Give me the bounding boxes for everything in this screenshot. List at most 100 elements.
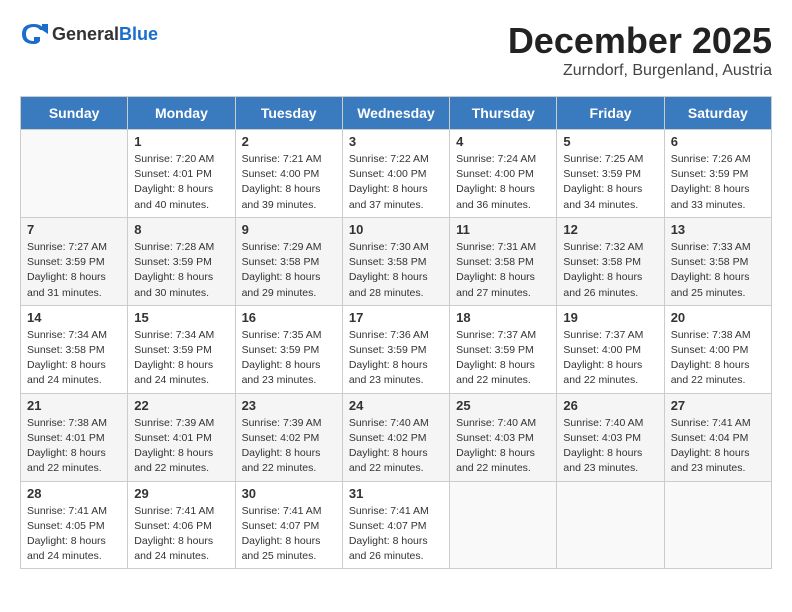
logo: GeneralBlue <box>20 20 158 48</box>
day-number: 29 <box>134 486 228 501</box>
day-number: 9 <box>242 222 336 237</box>
day-info: Sunrise: 7:30 AM Sunset: 3:58 PM Dayligh… <box>349 240 443 301</box>
day-info: Sunrise: 7:36 AM Sunset: 3:59 PM Dayligh… <box>349 328 443 389</box>
day-number: 13 <box>671 222 765 237</box>
calendar-cell-w5-d7 <box>664 481 771 569</box>
day-number: 19 <box>563 310 657 325</box>
calendar-cell-w5-d6 <box>557 481 664 569</box>
day-info: Sunrise: 7:22 AM Sunset: 4:00 PM Dayligh… <box>349 152 443 213</box>
calendar-week-3: 14 Sunrise: 7:34 AM Sunset: 3:58 PM Dayli… <box>21 305 772 393</box>
title-area: December 2025 Zurndorf, Burgenland, Aust… <box>508 20 772 80</box>
day-number: 21 <box>27 398 121 413</box>
day-info: Sunrise: 7:40 AM Sunset: 4:02 PM Dayligh… <box>349 416 443 477</box>
day-number: 27 <box>671 398 765 413</box>
header-saturday: Saturday <box>664 97 771 130</box>
day-number: 2 <box>242 134 336 149</box>
day-number: 4 <box>456 134 550 149</box>
day-number: 31 <box>349 486 443 501</box>
calendar-cell-w4-d5: 25 Sunrise: 7:40 AM Sunset: 4:03 PM Dayli… <box>450 393 557 481</box>
calendar-cell-w4-d3: 23 Sunrise: 7:39 AM Sunset: 4:02 PM Dayli… <box>235 393 342 481</box>
calendar-cell-w2-d1: 7 Sunrise: 7:27 AM Sunset: 3:59 PM Daylig… <box>21 217 128 305</box>
calendar-cell-w4-d7: 27Sunrise: 7:41 AM Sunset: 4:04 PM Dayli… <box>664 393 771 481</box>
calendar-cell-w1-d1 <box>21 130 128 218</box>
day-number: 14 <box>27 310 121 325</box>
day-info: Sunrise: 7:32 AM Sunset: 3:58 PM Dayligh… <box>563 240 657 301</box>
day-number: 30 <box>242 486 336 501</box>
day-info: Sunrise: 7:38 AM Sunset: 4:00 PM Dayligh… <box>671 328 765 389</box>
calendar-header-row: Sunday Monday Tuesday Wednesday Thursday… <box>21 97 772 130</box>
calendar-cell-w5-d5 <box>450 481 557 569</box>
day-number: 5 <box>563 134 657 149</box>
calendar-cell-w1-d7: 6Sunrise: 7:26 AM Sunset: 3:59 PM Daylig… <box>664 130 771 218</box>
logo-general-text: General <box>52 24 119 44</box>
calendar-cell-w3-d7: 20 Sunrise: 7:38 AM Sunset: 4:00 PM Dayli… <box>664 305 771 393</box>
header-monday: Monday <box>128 97 235 130</box>
calendar-cell-w5-d2: 29 Sunrise: 7:41 AM Sunset: 4:06 PM Dayli… <box>128 481 235 569</box>
calendar-cell-w1-d6: 5 Sunrise: 7:25 AM Sunset: 3:59 PM Daylig… <box>557 130 664 218</box>
day-number: 10 <box>349 222 443 237</box>
calendar-cell-w1-d4: 3 Sunrise: 7:22 AM Sunset: 4:00 PM Daylig… <box>342 130 449 218</box>
day-info: Sunrise: 7:20 AM Sunset: 4:01 PM Dayligh… <box>134 152 228 213</box>
calendar-cell-w2-d6: 12 Sunrise: 7:32 AM Sunset: 3:58 PM Dayli… <box>557 217 664 305</box>
day-info: Sunrise: 7:37 AM Sunset: 4:00 PM Dayligh… <box>563 328 657 389</box>
header-friday: Friday <box>557 97 664 130</box>
calendar-cell-w4-d1: 21 Sunrise: 7:38 AM Sunset: 4:01 PM Dayli… <box>21 393 128 481</box>
day-info: Sunrise: 7:39 AM Sunset: 4:02 PM Dayligh… <box>242 416 336 477</box>
calendar-cell-w3-d3: 16 Sunrise: 7:35 AM Sunset: 3:59 PM Dayli… <box>235 305 342 393</box>
day-number: 7 <box>27 222 121 237</box>
day-info: Sunrise: 7:41 AM Sunset: 4:07 PM Dayligh… <box>349 504 443 565</box>
day-number: 11 <box>456 222 550 237</box>
day-info: Sunrise: 7:40 AM Sunset: 4:03 PM Dayligh… <box>456 416 550 477</box>
day-info: Sunrise: 7:35 AM Sunset: 3:59 PM Dayligh… <box>242 328 336 389</box>
day-number: 1 <box>134 134 228 149</box>
calendar-cell-w1-d3: 2 Sunrise: 7:21 AM Sunset: 4:00 PM Daylig… <box>235 130 342 218</box>
day-info: Sunrise: 7:29 AM Sunset: 3:58 PM Dayligh… <box>242 240 336 301</box>
calendar-cell-w2-d2: 8 Sunrise: 7:28 AM Sunset: 3:59 PM Daylig… <box>128 217 235 305</box>
calendar-cell-w2-d4: 10 Sunrise: 7:30 AM Sunset: 3:58 PM Dayli… <box>342 217 449 305</box>
calendar-cell-w2-d7: 13 Sunrise: 7:33 AM Sunset: 3:58 PM Dayli… <box>664 217 771 305</box>
location-title: Zurndorf, Burgenland, Austria <box>508 62 772 80</box>
calendar-cell-w4-d4: 24 Sunrise: 7:40 AM Sunset: 4:02 PM Dayli… <box>342 393 449 481</box>
day-info: Sunrise: 7:39 AM Sunset: 4:01 PM Dayligh… <box>134 416 228 477</box>
calendar-week-5: 28 Sunrise: 7:41 AM Sunset: 4:05 PM Dayli… <box>21 481 772 569</box>
day-info: Sunrise: 7:24 AM Sunset: 4:00 PM Dayligh… <box>456 152 550 213</box>
day-number: 20 <box>671 310 765 325</box>
calendar-cell-w3-d6: 19 Sunrise: 7:37 AM Sunset: 4:00 PM Dayli… <box>557 305 664 393</box>
day-number: 23 <box>242 398 336 413</box>
calendar-cell-w3-d1: 14 Sunrise: 7:34 AM Sunset: 3:58 PM Dayli… <box>21 305 128 393</box>
day-number: 25 <box>456 398 550 413</box>
calendar-cell-w2-d3: 9 Sunrise: 7:29 AM Sunset: 3:58 PM Daylig… <box>235 217 342 305</box>
day-info: Sunrise: 7:34 AM Sunset: 3:58 PM Dayligh… <box>27 328 121 389</box>
day-info: Sunrise: 7:34 AM Sunset: 3:59 PM Dayligh… <box>134 328 228 389</box>
calendar-cell-w1-d5: 4 Sunrise: 7:24 AM Sunset: 4:00 PM Daylig… <box>450 130 557 218</box>
calendar-cell-w3-d2: 15Sunrise: 7:34 AM Sunset: 3:59 PM Dayli… <box>128 305 235 393</box>
day-info: Sunrise: 7:38 AM Sunset: 4:01 PM Dayligh… <box>27 416 121 477</box>
day-number: 24 <box>349 398 443 413</box>
day-info: Sunrise: 7:28 AM Sunset: 3:59 PM Dayligh… <box>134 240 228 301</box>
day-info: Sunrise: 7:41 AM Sunset: 4:05 PM Dayligh… <box>27 504 121 565</box>
month-title: December 2025 <box>508 20 772 62</box>
day-number: 28 <box>27 486 121 501</box>
day-number: 12 <box>563 222 657 237</box>
day-info: Sunrise: 7:33 AM Sunset: 3:58 PM Dayligh… <box>671 240 765 301</box>
day-number: 18 <box>456 310 550 325</box>
day-number: 8 <box>134 222 228 237</box>
header-tuesday: Tuesday <box>235 97 342 130</box>
day-number: 16 <box>242 310 336 325</box>
day-number: 3 <box>349 134 443 149</box>
calendar-cell-w5-d1: 28 Sunrise: 7:41 AM Sunset: 4:05 PM Dayli… <box>21 481 128 569</box>
day-number: 22 <box>134 398 228 413</box>
day-number: 26 <box>563 398 657 413</box>
day-info: Sunrise: 7:41 AM Sunset: 4:06 PM Dayligh… <box>134 504 228 565</box>
day-info: Sunrise: 7:21 AM Sunset: 4:00 PM Dayligh… <box>242 152 336 213</box>
logo-icon <box>20 20 48 48</box>
calendar-cell-w3-d4: 17 Sunrise: 7:36 AM Sunset: 3:59 PM Dayli… <box>342 305 449 393</box>
day-info: Sunrise: 7:37 AM Sunset: 3:59 PM Dayligh… <box>456 328 550 389</box>
calendar-week-1: 1 Sunrise: 7:20 AM Sunset: 4:01 PM Daylig… <box>21 130 772 218</box>
calendar-table: Sunday Monday Tuesday Wednesday Thursday… <box>20 96 772 569</box>
day-info: Sunrise: 7:25 AM Sunset: 3:59 PM Dayligh… <box>563 152 657 213</box>
day-number: 17 <box>349 310 443 325</box>
day-info: Sunrise: 7:27 AM Sunset: 3:59 PM Dayligh… <box>27 240 121 301</box>
day-info: Sunrise: 7:41 AM Sunset: 4:07 PM Dayligh… <box>242 504 336 565</box>
header-sunday: Sunday <box>21 97 128 130</box>
